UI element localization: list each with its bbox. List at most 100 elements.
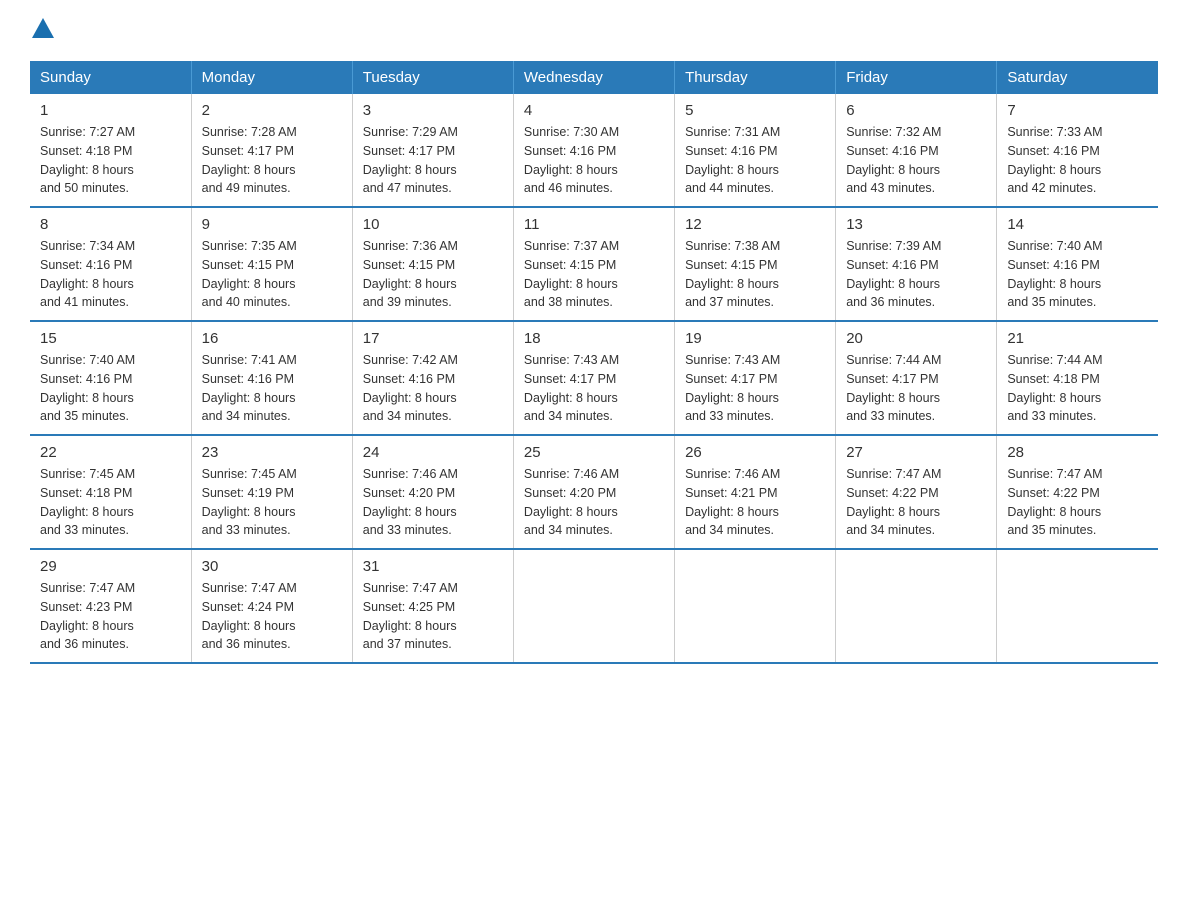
calendar-cell: 9 Sunrise: 7:35 AMSunset: 4:15 PMDaylight… [191,207,352,321]
day-info: Sunrise: 7:32 AMSunset: 4:16 PMDaylight:… [846,123,986,198]
day-number: 17 [363,330,503,347]
calendar-cell: 14 Sunrise: 7:40 AMSunset: 4:16 PMDayligh… [997,207,1158,321]
calendar-cell: 8 Sunrise: 7:34 AMSunset: 4:16 PMDaylight… [30,207,191,321]
calendar-cell: 11Sunrise: 7:37 AMSunset: 4:15 PMDayligh… [513,207,674,321]
day-info: Sunrise: 7:40 AMSunset: 4:16 PMDaylight:… [1007,237,1148,312]
day-info: Sunrise: 7:47 AMSunset: 4:22 PMDaylight:… [846,465,986,540]
day-info: Sunrise: 7:44 AMSunset: 4:18 PMDaylight:… [1007,351,1148,426]
day-number: 16 [202,330,342,347]
day-number: 10 [363,216,503,233]
calendar-cell: 27 Sunrise: 7:47 AMSunset: 4:22 PMDayligh… [836,435,997,549]
day-number: 27 [846,444,986,461]
page-header [30,20,1158,41]
day-number: 30 [202,558,342,575]
calendar-cell: 26 Sunrise: 7:46 AMSunset: 4:21 PMDayligh… [675,435,836,549]
day-info: Sunrise: 7:45 AMSunset: 4:19 PMDaylight:… [202,465,342,540]
header-sunday: Sunday [30,61,191,94]
day-number: 5 [685,102,825,119]
day-info: Sunrise: 7:41 AMSunset: 4:16 PMDaylight:… [202,351,342,426]
calendar-cell: 18Sunrise: 7:43 AMSunset: 4:17 PMDayligh… [513,321,674,435]
day-info: Sunrise: 7:46 AMSunset: 4:20 PMDaylight:… [363,465,503,540]
calendar-cell: 31 Sunrise: 7:47 AMSunset: 4:25 PMDayligh… [352,549,513,663]
day-number: 25 [524,444,664,461]
day-info: Sunrise: 7:30 AMSunset: 4:16 PMDaylight:… [524,123,664,198]
day-number: 31 [363,558,503,575]
calendar-cell: 4 Sunrise: 7:30 AMSunset: 4:16 PMDaylight… [513,94,674,207]
header-thursday: Thursday [675,61,836,94]
calendar-cell: 29 Sunrise: 7:47 AMSunset: 4:23 PMDayligh… [30,549,191,663]
day-number: 19 [685,330,825,347]
day-number: 28 [1007,444,1148,461]
day-info: Sunrise: 7:39 AMSunset: 4:16 PMDaylight:… [846,237,986,312]
day-number: 22 [40,444,181,461]
day-number: 15 [40,330,181,347]
header-monday: Monday [191,61,352,94]
logo-block [30,20,54,41]
day-number: 26 [685,444,825,461]
logo [30,20,54,41]
calendar-cell: 15 Sunrise: 7:40 AMSunset: 4:16 PMDayligh… [30,321,191,435]
calendar-cell: 25 Sunrise: 7:46 AMSunset: 4:20 PMDayligh… [513,435,674,549]
day-number: 8 [40,216,181,233]
day-number: 2 [202,102,342,119]
day-info: Sunrise: 7:35 AMSunset: 4:15 PMDaylight:… [202,237,342,312]
day-info: Sunrise: 7:46 AMSunset: 4:21 PMDaylight:… [685,465,825,540]
calendar-cell: 5 Sunrise: 7:31 AMSunset: 4:16 PMDaylight… [675,94,836,207]
week-row-2: 8 Sunrise: 7:34 AMSunset: 4:16 PMDaylight… [30,207,1158,321]
day-number: 11 [524,216,664,233]
calendar-cell: 20 Sunrise: 7:44 AMSunset: 4:17 PMDayligh… [836,321,997,435]
calendar-cell: 16 Sunrise: 7:41 AMSunset: 4:16 PMDayligh… [191,321,352,435]
calendar-cell: 21Sunrise: 7:44 AMSunset: 4:18 PMDayligh… [997,321,1158,435]
calendar-cell: 3Sunrise: 7:29 AMSunset: 4:17 PMDaylight… [352,94,513,207]
day-number: 13 [846,216,986,233]
day-info: Sunrise: 7:27 AMSunset: 4:18 PMDaylight:… [40,123,181,198]
header-friday: Friday [836,61,997,94]
day-info: Sunrise: 7:31 AMSunset: 4:16 PMDaylight:… [685,123,825,198]
calendar-cell: 6Sunrise: 7:32 AMSunset: 4:16 PMDaylight… [836,94,997,207]
day-info: Sunrise: 7:40 AMSunset: 4:16 PMDaylight:… [40,351,181,426]
day-number: 9 [202,216,342,233]
calendar-cell: 22 Sunrise: 7:45 AMSunset: 4:18 PMDayligh… [30,435,191,549]
calendar-cell: 23Sunrise: 7:45 AMSunset: 4:19 PMDayligh… [191,435,352,549]
calendar-cell: 19 Sunrise: 7:43 AMSunset: 4:17 PMDayligh… [675,321,836,435]
day-info: Sunrise: 7:43 AMSunset: 4:17 PMDaylight:… [685,351,825,426]
week-row-5: 29 Sunrise: 7:47 AMSunset: 4:23 PMDayligh… [30,549,1158,663]
day-info: Sunrise: 7:45 AMSunset: 4:18 PMDaylight:… [40,465,181,540]
calendar-cell [836,549,997,663]
day-info: Sunrise: 7:44 AMSunset: 4:17 PMDaylight:… [846,351,986,426]
day-info: Sunrise: 7:28 AMSunset: 4:17 PMDaylight:… [202,123,342,198]
day-info: Sunrise: 7:38 AMSunset: 4:15 PMDaylight:… [685,237,825,312]
day-info: Sunrise: 7:46 AMSunset: 4:20 PMDaylight:… [524,465,664,540]
calendar-cell: 10Sunrise: 7:36 AMSunset: 4:15 PMDayligh… [352,207,513,321]
day-number: 4 [524,102,664,119]
header-wednesday: Wednesday [513,61,674,94]
header-tuesday: Tuesday [352,61,513,94]
day-info: Sunrise: 7:47 AMSunset: 4:22 PMDaylight:… [1007,465,1148,540]
day-number: 24 [363,444,503,461]
day-info: Sunrise: 7:42 AMSunset: 4:16 PMDaylight:… [363,351,503,426]
day-info: Sunrise: 7:47 AMSunset: 4:23 PMDaylight:… [40,579,181,654]
calendar-cell: 7 Sunrise: 7:33 AMSunset: 4:16 PMDaylight… [997,94,1158,207]
day-info: Sunrise: 7:33 AMSunset: 4:16 PMDaylight:… [1007,123,1148,198]
calendar-cell [513,549,674,663]
calendar-cell [675,549,836,663]
calendar-cell: 24 Sunrise: 7:46 AMSunset: 4:20 PMDayligh… [352,435,513,549]
calendar-cell: 13 Sunrise: 7:39 AMSunset: 4:16 PMDayligh… [836,207,997,321]
day-info: Sunrise: 7:47 AMSunset: 4:25 PMDaylight:… [363,579,503,654]
day-info: Sunrise: 7:47 AMSunset: 4:24 PMDaylight:… [202,579,342,654]
week-row-1: 1Sunrise: 7:27 AMSunset: 4:18 PMDaylight… [30,94,1158,207]
day-number: 18 [524,330,664,347]
day-number: 3 [363,102,503,119]
logo-triangle-icon [32,18,54,38]
day-number: 14 [1007,216,1148,233]
day-number: 12 [685,216,825,233]
day-number: 29 [40,558,181,575]
day-number: 20 [846,330,986,347]
calendar-cell [997,549,1158,663]
day-info: Sunrise: 7:34 AMSunset: 4:16 PMDaylight:… [40,237,181,312]
day-number: 7 [1007,102,1148,119]
week-row-4: 22 Sunrise: 7:45 AMSunset: 4:18 PMDayligh… [30,435,1158,549]
days-header-row: SundayMondayTuesdayWednesdayThursdayFrid… [30,61,1158,94]
calendar-cell: 12 Sunrise: 7:38 AMSunset: 4:15 PMDayligh… [675,207,836,321]
calendar-cell: 30 Sunrise: 7:47 AMSunset: 4:24 PMDayligh… [191,549,352,663]
